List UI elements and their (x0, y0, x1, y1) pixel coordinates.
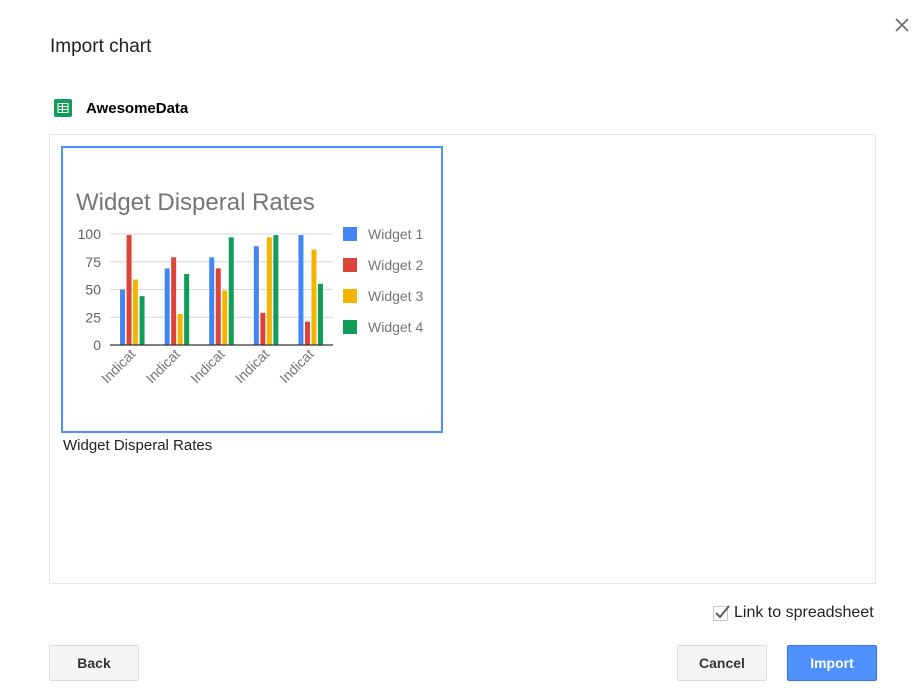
bar (311, 249, 317, 345)
bar (184, 273, 190, 345)
bar (177, 313, 183, 345)
checkmark-icon (715, 604, 730, 618)
bar (222, 290, 228, 345)
bar (209, 257, 215, 345)
legend-label: Widget 3 (368, 288, 423, 304)
bar (164, 268, 170, 345)
link-to-spreadsheet-toggle[interactable]: Link to spreadsheet (713, 604, 874, 622)
legend-label: Widget 1 (368, 226, 423, 242)
bar (133, 279, 139, 345)
legend-swatch (343, 289, 357, 303)
y-tick-label: 75 (85, 254, 101, 270)
chart-thumbnail[interactable]: Widget Disperal Rates 0 25 50 75 100 Indicat I… (61, 146, 443, 433)
x-tick-label: Indicat (276, 346, 317, 387)
bar (171, 257, 177, 345)
bar (139, 296, 145, 345)
bar (273, 235, 279, 345)
x-tick-label: Indicat (143, 346, 184, 387)
y-tick-label: 100 (78, 226, 102, 242)
chart-title: Widget Disperal Rates (76, 189, 315, 216)
bar (228, 237, 234, 345)
y-tick-label: 25 (85, 309, 101, 325)
back-button[interactable]: Back (49, 645, 139, 681)
import-button[interactable]: Import (787, 645, 877, 681)
close-icon (895, 18, 909, 32)
bar (304, 321, 310, 345)
source-spreadsheet: AwesomeData (53, 97, 188, 119)
legend-swatch (343, 227, 357, 241)
legend-label: Widget 4 (368, 319, 423, 335)
x-tick-label: Indicat (187, 346, 228, 387)
bar (120, 289, 126, 345)
dialog-title: Import chart (50, 36, 152, 57)
x-tick-label: Indicat (98, 346, 139, 387)
bar (266, 237, 272, 345)
legend-swatch (343, 320, 357, 334)
bar (253, 246, 259, 345)
chart-caption: Widget Disperal Rates (63, 437, 213, 454)
bar (298, 235, 304, 345)
link-to-spreadsheet-label: Link to spreadsheet (734, 604, 874, 621)
bar (126, 235, 132, 345)
legend-swatch (343, 258, 357, 272)
link-checkbox[interactable] (713, 604, 730, 621)
y-tick-label: 50 (85, 282, 101, 298)
bar (317, 283, 323, 345)
chart-preview: Widget Disperal Rates 0255075100Indicat I… (76, 189, 423, 387)
google-sheets-icon (54, 99, 72, 117)
bar (215, 268, 221, 345)
close-button[interactable] (890, 13, 914, 37)
legend-label: Widget 2 (368, 257, 423, 273)
x-tick-label: Indicat (232, 346, 273, 387)
cancel-button[interactable]: Cancel (677, 645, 767, 681)
y-tick-label: 0 (93, 337, 101, 353)
bar (260, 312, 266, 345)
spreadsheet-name: AwesomeData (86, 99, 189, 117)
